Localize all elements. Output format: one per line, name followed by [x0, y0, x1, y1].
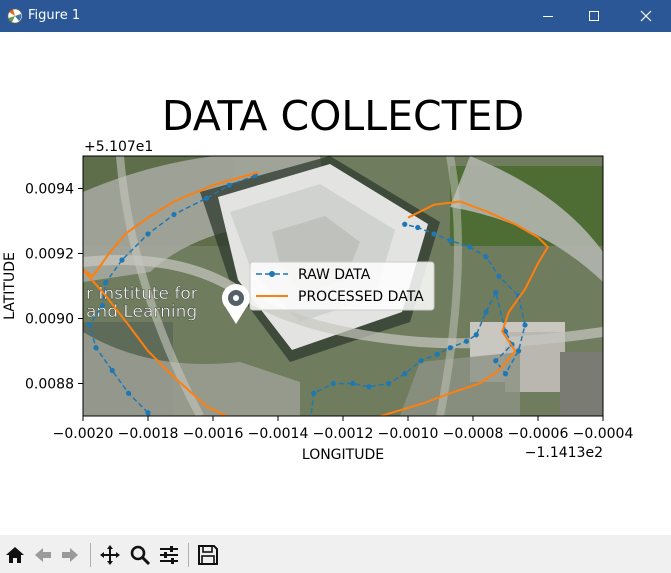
x-tick-label: −0.0004: [573, 426, 634, 442]
raw-data-point: [99, 302, 106, 309]
raw-data-point: [125, 390, 132, 396]
raw-data-point: [178, 446, 183, 451]
raw-data-point: [515, 348, 522, 354]
raw-data-point: [350, 380, 356, 387]
raw-data-point: [145, 410, 151, 416]
raw-data-point: [103, 280, 109, 286]
raw-data-point: [473, 332, 479, 338]
raw-data-point: [493, 289, 499, 296]
minimize-icon: [543, 16, 553, 17]
close-button[interactable]: [623, 0, 671, 32]
raw-data-point: [86, 322, 93, 328]
forward-icon: [62, 548, 78, 562]
raw-data-point: [366, 384, 372, 390]
raw-data-point: [502, 371, 509, 377]
back-icon: [35, 548, 51, 562]
window-title: Figure 1: [28, 8, 81, 23]
raw-data-point: [434, 351, 440, 357]
x-tick-label: −0.0006: [508, 426, 569, 442]
save-button[interactable]: [197, 544, 219, 566]
raw-data-point: [330, 380, 336, 387]
raw-data-point: [385, 380, 392, 387]
y-axis-label: LATITUDE: [2, 252, 18, 320]
raw-data-point: [447, 345, 453, 351]
chart-title: DATA COLLECTED: [162, 92, 524, 140]
window-titlebar: Figure 1: [0, 0, 671, 32]
raw-data-point: [145, 231, 151, 237]
x-tick-label: −0.0016: [183, 426, 244, 442]
legend-raw-marker: [269, 271, 275, 277]
legend-raw-label: RAW DATA: [298, 267, 371, 283]
chart-svg: DATA COLLECTED +5.107e1 r Institute for …: [2, 92, 634, 519]
pan-icon: [100, 545, 120, 565]
y-tick-label: 0.0090: [25, 312, 74, 328]
x-axis-label: LONGITUDE: [302, 447, 384, 463]
x-offset-label: −1.1413e2: [525, 445, 603, 461]
x-tick-label: −0.0014: [248, 426, 309, 442]
raw-data-point: [483, 309, 489, 315]
zoom-button[interactable]: [129, 544, 151, 566]
forward-button[interactable]: [59, 544, 81, 566]
raw-data-point: [418, 358, 424, 364]
raw-data-point: [311, 390, 317, 396]
raw-data-point: [119, 257, 125, 263]
home-icon: [6, 547, 24, 563]
x-tick-label: −0.0008: [443, 426, 504, 442]
raw-data-point: [109, 367, 115, 374]
maximize-button[interactable]: [571, 0, 617, 32]
raw-data-point: [402, 221, 408, 227]
save-icon: [198, 545, 218, 565]
raw-data-point: [203, 195, 210, 201]
y-tick-label: 0.0088: [25, 377, 74, 393]
raw-data-point: [493, 358, 499, 364]
raw-data-point: [431, 231, 437, 237]
raw-data-point: [233, 514, 238, 519]
toolbar-separator: [90, 543, 91, 567]
raw-data-point: [93, 345, 99, 351]
legend-processed-label: PROCESSED DATA: [298, 289, 424, 305]
y-tick-label: 0.0092: [25, 247, 74, 263]
raw-data-point: [522, 322, 528, 328]
raw-data-point: [402, 371, 408, 377]
pan-button[interactable]: [99, 544, 121, 566]
x-tick-label: −0.0020: [53, 426, 114, 442]
figure-canvas: DATA COLLECTED +5.107e1 r Institute for …: [0, 32, 671, 535]
map-overlay-text: r Institute for: [86, 284, 198, 304]
x-tick-label: −0.0018: [118, 426, 179, 442]
matplotlib-logo-icon: [7, 8, 23, 24]
raw-data-point: [463, 338, 470, 344]
x-tick-label: −0.0010: [378, 426, 439, 442]
raw-data-point: [226, 182, 232, 188]
raw-data-point: [214, 491, 219, 496]
toolbar-separator: [188, 543, 189, 567]
raw-data-point: [467, 244, 473, 250]
raw-data-point: [447, 237, 453, 244]
zoom-icon: [130, 545, 151, 566]
home-button[interactable]: [4, 544, 26, 566]
configure-subplots-button[interactable]: [158, 544, 180, 566]
raw-data-point: [483, 254, 489, 260]
raw-data-point: [496, 273, 502, 279]
raw-data-point: [194, 469, 199, 474]
y-tick-label: 0.0094: [25, 182, 74, 198]
x-tick-label: −0.0012: [313, 426, 374, 442]
y-offset-label: +5.107e1: [84, 139, 153, 155]
legend: RAW DATA PROCESSED DATA: [249, 261, 435, 311]
close-icon: [640, 10, 652, 22]
back-button[interactable]: [32, 544, 54, 566]
maximize-icon: [589, 11, 599, 21]
minimize-button[interactable]: [525, 0, 571, 32]
navigation-toolbar: [0, 535, 671, 573]
raw-data-point: [171, 211, 177, 218]
configure-subplots-icon: [160, 546, 178, 564]
raw-data-point: [415, 224, 421, 231]
